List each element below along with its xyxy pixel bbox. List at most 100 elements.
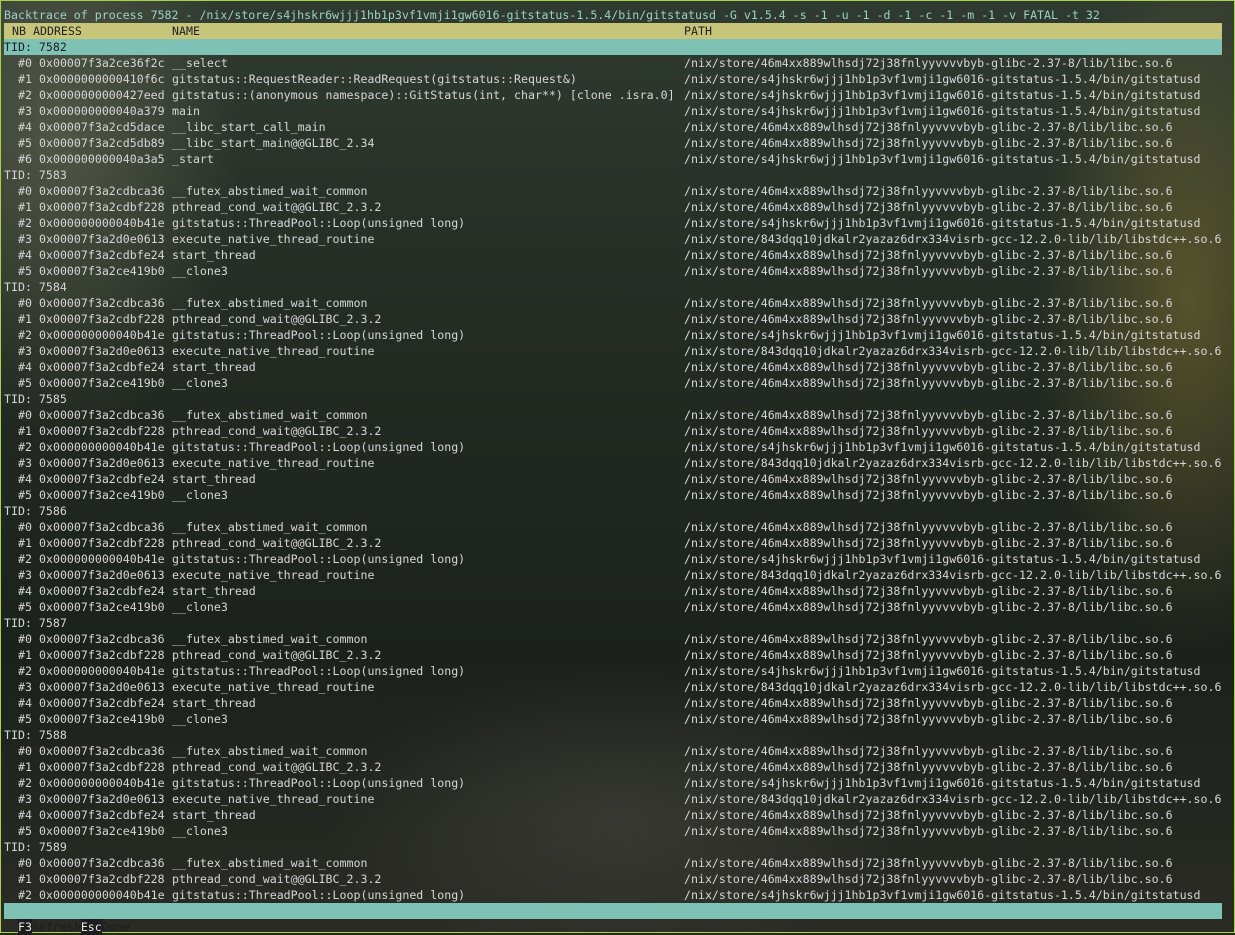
- thread-row[interactable]: TID: 7582: [4, 39, 1222, 55]
- frame-path: /nix/store/46m4xx889wlhsdj72j38fnlyyvvvv…: [684, 424, 1173, 438]
- thread-row[interactable]: TID: 7587: [4, 615, 1222, 631]
- thread-row[interactable]: TID: 7584: [4, 279, 1222, 295]
- frame-row[interactable]: #4 0x00007f3a2cdbfe24 start_thread/nix/sto…: [4, 471, 1222, 487]
- column-path[interactable]: PATH: [684, 23, 712, 39]
- frame-row[interactable]: #1 0x00007f3a2cdbf228 pthread_cond_wait@@G…: [4, 535, 1222, 551]
- frame-row[interactable]: #0 0x00007f3a2cdbca36 __futex_abstimed_wai…: [4, 407, 1222, 423]
- backtrace-list[interactable]: TID: 7582 #0 0x00007f3a2ce36f2c __select/ni…: [4, 39, 1222, 903]
- frame-number: #4: [18, 472, 32, 486]
- frame-row[interactable]: #2 0x0000000000427eed gitstatus::(anonymou…: [4, 87, 1222, 103]
- frame-row[interactable]: #4 0x00007f3a2cd5dace __libc_start_call_ma…: [4, 119, 1222, 135]
- frame-number: #1: [18, 760, 32, 774]
- frame-path: /nix/store/46m4xx889wlhsdj72j38fnlyyvvvv…: [684, 600, 1173, 614]
- frame-row[interactable]: #1 0x00007f3a2cdbf228 pthread_cond_wait@@G…: [4, 871, 1222, 887]
- frame-number: #4: [18, 696, 32, 710]
- column-address[interactable]: ADDRESS: [33, 23, 82, 39]
- frame-number: #5: [18, 376, 32, 390]
- frame-function: pthread_cond_wait@@GLIBC_2.3.2: [172, 536, 382, 550]
- frame-row[interactable]: #1 0x00007f3a2cdbf228 pthread_cond_wait@@G…: [4, 199, 1222, 215]
- frame-number: #3: [18, 680, 32, 694]
- frame-row[interactable]: #5 0x00007f3a2ce419b0 __clone3/nix/store/4…: [4, 823, 1222, 839]
- frame-row[interactable]: #3 0x00007f3a2d0e0613 execute_native_threa…: [4, 455, 1222, 471]
- frame-row[interactable]: #5 0x00007f3a2ce419b0 __clone3/nix/store/4…: [4, 711, 1222, 727]
- frame-path: /nix/store/46m4xx889wlhsdj72j38fnlyyvvvv…: [684, 488, 1173, 502]
- frame-address: 0x000000000040b41e: [39, 328, 165, 342]
- frame-row[interactable]: #1 0x0000000000410f6c gitstatus::RequestRe…: [4, 71, 1222, 87]
- frame-row[interactable]: #2 0x000000000040b41e gitstatus::ThreadPoo…: [4, 887, 1222, 903]
- frame-row[interactable]: #5 0x00007f3a2ce419b0 __clone3/nix/store/4…: [4, 487, 1222, 503]
- frame-row[interactable]: #5 0x00007f3a2ce419b0 __clone3/nix/store/4…: [4, 375, 1222, 391]
- frame-path: /nix/store/843dqq10jdkalr2yazaz6drx334vi…: [684, 456, 1222, 470]
- frame-row[interactable]: #1 0x00007f3a2cdbf228 pthread_cond_wait@@G…: [4, 311, 1222, 327]
- frame-path: /nix/store/46m4xx889wlhsdj72j38fnlyyvvvv…: [684, 472, 1173, 486]
- frame-row[interactable]: #0 0x00007f3a2cdbca36 __futex_abstimed_wai…: [4, 183, 1222, 199]
- frame-row[interactable]: #2 0x000000000040b41e gitstatus::ThreadPoo…: [4, 775, 1222, 791]
- frame-row[interactable]: #4 0x00007f3a2cdbfe24 start_thread/nix/sto…: [4, 695, 1222, 711]
- frame-number: #0: [18, 632, 32, 646]
- frame-row[interactable]: #3 0x00007f3a2d0e0613 execute_native_threa…: [4, 791, 1222, 807]
- frame-path: /nix/store/s4jhskr6wjjj1hb1p3vf1vmji1gw6…: [684, 88, 1201, 102]
- frame-row[interactable]: #4 0x00007f3a2cdbfe24 start_thread/nix/sto…: [4, 807, 1222, 823]
- thread-row[interactable]: TID: 7588: [4, 727, 1222, 743]
- frame-function: pthread_cond_wait@@GLIBC_2.3.2: [172, 648, 382, 662]
- frame-row[interactable]: #2 0x000000000040b41e gitstatus::ThreadPoo…: [4, 439, 1222, 455]
- frame-row[interactable]: #0 0x00007f3a2cdbca36 __futex_abstimed_wai…: [4, 519, 1222, 535]
- frame-row[interactable]: #0 0x00007f3a2cdbca36 __futex_abstimed_wai…: [4, 295, 1222, 311]
- frame-row[interactable]: #1 0x00007f3a2cdbf228 pthread_cond_wait@@G…: [4, 647, 1222, 663]
- frame-address: 0x00007f3a2cdbf228: [39, 648, 165, 662]
- frame-row[interactable]: #3 0x00007f3a2d0e0613 execute_native_threa…: [4, 679, 1222, 695]
- frame-row[interactable]: #4 0x00007f3a2cdbfe24 start_thread/nix/sto…: [4, 583, 1222, 599]
- frame-row[interactable]: #3 0x00007f3a2d0e0613 execute_native_threa…: [4, 231, 1222, 247]
- frame-function: __select: [172, 56, 228, 70]
- column-name[interactable]: NAME: [172, 23, 200, 39]
- frame-function: __futex_abstimed_wait_common: [172, 856, 368, 870]
- frame-function: __futex_abstimed_wait_common: [172, 296, 368, 310]
- frame-row[interactable]: #1 0x00007f3a2cdbf228 pthread_cond_wait@@G…: [4, 423, 1222, 439]
- frame-path: /nix/store/s4jhskr6wjjj1hb1p3vf1vmji1gw6…: [684, 664, 1201, 678]
- frame-row[interactable]: #6 0x000000000040a3a5 _start/nix/store/s4j…: [4, 151, 1222, 167]
- frame-row[interactable]: #5 0x00007f3a2ce419b0 __clone3/nix/store/4…: [4, 263, 1222, 279]
- frame-row[interactable]: #3 0x00007f3a2d0e0613 execute_native_threa…: [4, 567, 1222, 583]
- frame-row[interactable]: #0 0x00007f3a2cdbca36 __futex_abstimed_wai…: [4, 631, 1222, 647]
- frame-number: #4: [18, 808, 32, 822]
- frame-row[interactable]: #3 0x000000000040a379 main/nix/store/s4jhs…: [4, 103, 1222, 119]
- frame-number: #0: [18, 856, 32, 870]
- frame-address: 0x00007f3a2d0e0613: [39, 680, 165, 694]
- frame-row[interactable]: #4 0x00007f3a2cdbfe24 start_thread/nix/sto…: [4, 247, 1222, 263]
- thread-row[interactable]: TID: 7589: [4, 839, 1222, 855]
- frame-function: execute_native_thread_routine: [172, 680, 375, 694]
- frame-number: #6: [18, 152, 32, 166]
- frame-row[interactable]: #5 0x00007f3a2ce419b0 __clone3/nix/store/4…: [4, 599, 1222, 615]
- frame-function: gitstatus::RequestReader::ReadRequest(gi…: [172, 72, 577, 86]
- frame-function: gitstatus::ThreadPool::Loop(unsigned lon…: [172, 776, 466, 790]
- thread-row[interactable]: TID: 7585: [4, 391, 1222, 407]
- frame-path: /nix/store/46m4xx889wlhsdj72j38fnlyyvvvv…: [684, 856, 1173, 870]
- frame-address: 0x00007f3a2ce36f2c: [39, 56, 165, 70]
- frame-path: /nix/store/46m4xx889wlhsdj72j38fnlyyvvvv…: [684, 56, 1173, 70]
- frame-row[interactable]: #5 0x00007f3a2cd5db89 __libc_start_main@@G…: [4, 135, 1222, 151]
- frame-function: __futex_abstimed_wait_common: [172, 744, 368, 758]
- frame-path: /nix/store/46m4xx889wlhsdj72j38fnlyyvvvv…: [684, 520, 1173, 534]
- frame-number: #1: [18, 424, 32, 438]
- frame-path: /nix/store/s4jhskr6wjjj1hb1p3vf1vmji1gw6…: [684, 440, 1201, 454]
- frame-row[interactable]: #2 0x000000000040b41e gitstatus::ThreadPoo…: [4, 215, 1222, 231]
- frame-row[interactable]: #2 0x000000000040b41e gitstatus::ThreadPoo…: [4, 663, 1222, 679]
- frame-row[interactable]: #0 0x00007f3a2ce36f2c __select/nix/store/4…: [4, 55, 1222, 71]
- frame-path: /nix/store/843dqq10jdkalr2yazaz6drx334vi…: [684, 680, 1222, 694]
- frame-address: 0x00007f3a2cd5dace: [39, 120, 165, 134]
- frame-function: start_thread: [172, 808, 256, 822]
- frame-function: pthread_cond_wait@@GLIBC_2.3.2: [172, 424, 382, 438]
- frame-address: 0x00007f3a2cdbfe24: [39, 472, 165, 486]
- thread-row[interactable]: TID: 7586: [4, 503, 1222, 519]
- frame-row[interactable]: #3 0x00007f3a2d0e0613 execute_native_threa…: [4, 343, 1222, 359]
- frame-row[interactable]: #2 0x000000000040b41e gitstatus::ThreadPoo…: [4, 551, 1222, 567]
- frame-row[interactable]: #0 0x00007f3a2cdbca36 __futex_abstimed_wai…: [4, 855, 1222, 871]
- frame-row[interactable]: #1 0x00007f3a2cdbf228 pthread_cond_wait@@G…: [4, 759, 1222, 775]
- frame-row[interactable]: #0 0x00007f3a2cdbca36 __futex_abstimed_wai…: [4, 743, 1222, 759]
- frame-number: #3: [18, 568, 32, 582]
- frame-row[interactable]: #4 0x00007f3a2cdbfe24 start_thread/nix/sto…: [4, 359, 1222, 375]
- frame-address: 0x0000000000427eed: [39, 88, 165, 102]
- column-nb[interactable]: NB: [12, 23, 26, 39]
- thread-row[interactable]: TID: 7583: [4, 167, 1222, 183]
- frame-row[interactable]: #2 0x000000000040b41e gitstatus::ThreadPoo…: [4, 327, 1222, 343]
